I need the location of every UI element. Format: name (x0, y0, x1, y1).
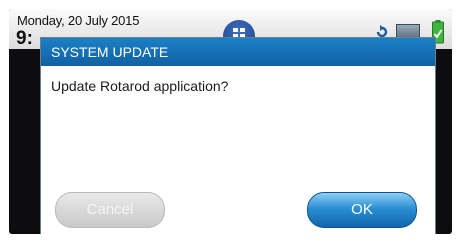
screen: Monday, 20 July 2015 9: SYSTEM UPDATE Up… (9, 9, 452, 234)
dialog-header: SYSTEM UPDATE (41, 38, 435, 66)
ok-button[interactable]: OK (307, 192, 417, 228)
dialog-title: SYSTEM UPDATE (51, 44, 169, 60)
status-date: Monday, 20 July 2015 (17, 13, 140, 28)
cancel-button[interactable]: Cancel (55, 192, 165, 228)
device-frame: Monday, 20 July 2015 9: SYSTEM UPDATE Up… (0, 0, 462, 244)
system-update-dialog: SYSTEM UPDATE Update Rotarod application… (40, 37, 436, 234)
dialog-message: Update Rotarod application? (51, 78, 229, 94)
status-time: 9: (16, 28, 33, 49)
